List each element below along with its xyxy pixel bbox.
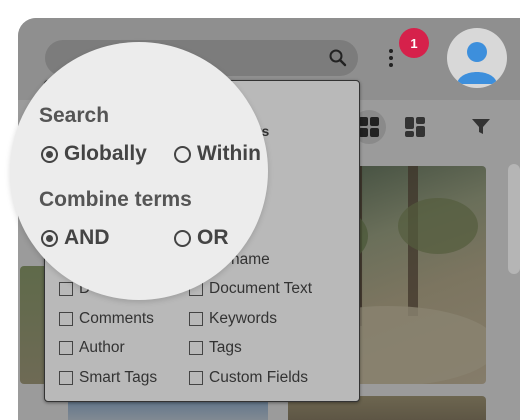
- search-scope-heading: Search: [39, 104, 110, 127]
- field-checkbox-comments[interactable]: Comments: [59, 310, 154, 328]
- radio-and[interactable]: AND: [41, 226, 110, 250]
- radio-label: OR: [197, 226, 229, 249]
- scrollbar[interactable]: [508, 164, 520, 274]
- radio-selected-icon[interactable]: [41, 145, 58, 163]
- field-checkbox-tags[interactable]: Tags: [189, 339, 242, 357]
- checkbox[interactable]: [189, 371, 203, 385]
- field-label: Keywords: [209, 310, 278, 327]
- radio-or[interactable]: OR: [174, 226, 229, 250]
- radio-label: AND: [64, 226, 110, 249]
- radio-selected-icon[interactable]: [41, 229, 58, 247]
- field-checkbox-custom-fields[interactable]: Custom Fields: [189, 369, 308, 387]
- avatar[interactable]: [447, 28, 507, 88]
- field-label: Comments: [79, 310, 154, 327]
- field-checkbox-document-text[interactable]: Document Text: [189, 280, 312, 298]
- filter-icon: [472, 119, 490, 134]
- checkbox[interactable]: [59, 341, 73, 355]
- checkbox[interactable]: [59, 282, 73, 296]
- field-checkbox-keywords[interactable]: Keywords: [189, 310, 277, 328]
- more-menu-icon[interactable]: [386, 46, 396, 72]
- field-label: Smart Tags: [79, 369, 158, 386]
- filter-button[interactable]: [464, 110, 498, 144]
- checkbox[interactable]: [189, 312, 203, 326]
- magnifier-lens: Search Globally Within Combine terms AND…: [10, 42, 268, 300]
- combine-terms-heading: Combine terms: [39, 188, 192, 211]
- mosaic-icon: [405, 117, 425, 137]
- radio-label: Within: [197, 142, 261, 165]
- radio-globally[interactable]: Globally: [41, 142, 147, 166]
- radio-unselected-icon[interactable]: [174, 145, 191, 163]
- checkbox[interactable]: [59, 312, 73, 326]
- field-label: Author: [79, 339, 125, 356]
- checkbox[interactable]: [189, 341, 203, 355]
- user-icon: [457, 42, 497, 84]
- mosaic-view-button[interactable]: [398, 110, 432, 144]
- grid-icon: [359, 117, 379, 137]
- checkbox[interactable]: [59, 371, 73, 385]
- search-icon[interactable]: [328, 48, 348, 68]
- field-label: Custom Fields: [209, 369, 309, 386]
- field-label: Document Text: [209, 280, 313, 297]
- radio-within[interactable]: Within: [174, 142, 261, 166]
- notification-badge[interactable]: 1: [399, 28, 429, 58]
- field-checkbox-author[interactable]: Author: [59, 339, 125, 357]
- field-label: Tags: [209, 339, 242, 356]
- radio-label: Globally: [64, 142, 147, 165]
- radio-unselected-icon[interactable]: [174, 229, 191, 247]
- field-checkbox-smart-tags[interactable]: Smart Tags: [59, 369, 157, 387]
